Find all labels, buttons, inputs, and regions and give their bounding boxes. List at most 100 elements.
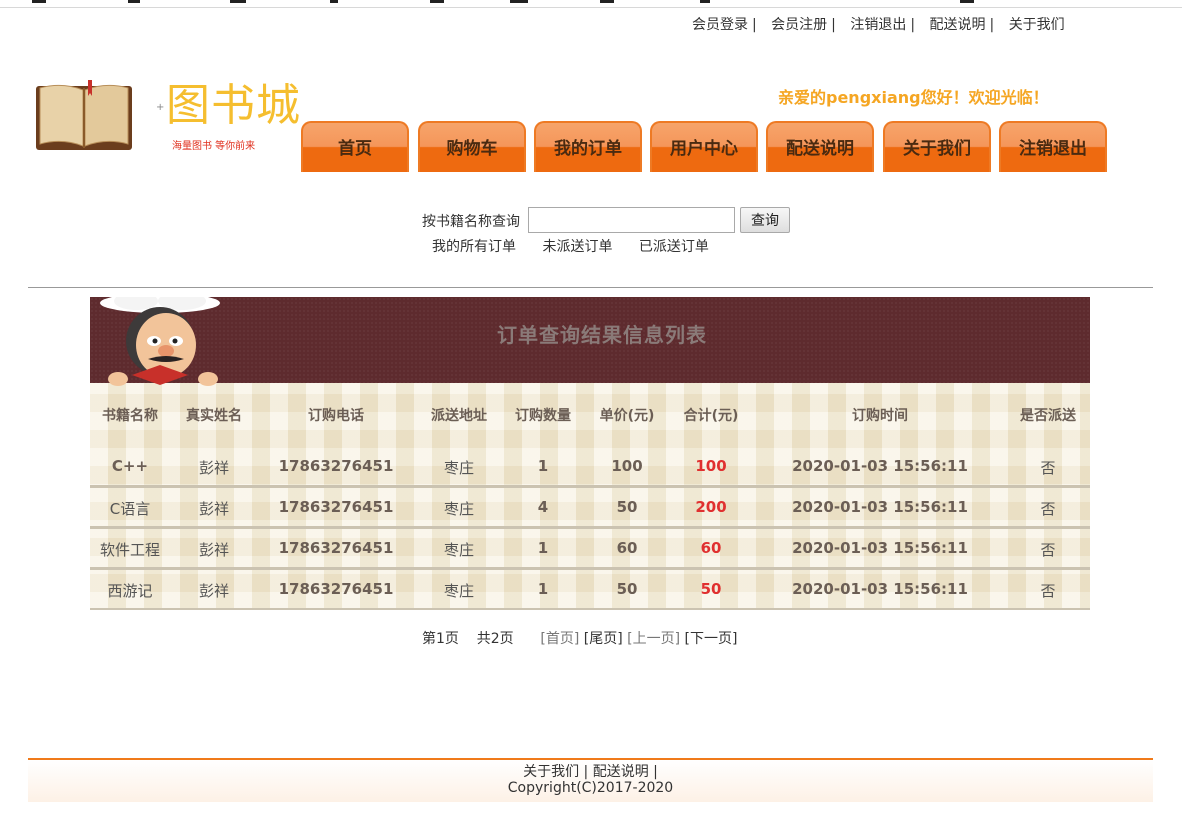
logo-dot: + [156,102,165,113]
col-header-phone: 订购电话 [308,408,364,424]
cell-total: 100 [695,457,727,475]
cell-quantity: 1 [537,539,549,557]
filter-all-orders[interactable]: 我的所有订单 [432,239,516,255]
cell-time: 2020-01-03 15:56:11 [792,498,968,516]
table-row: C++ 彭祥 17863276451 枣庄 1 100 100 2020-01-… [90,447,1090,488]
top-clipped-strip [0,0,1182,8]
cell-time: 2020-01-03 15:56:11 [792,457,968,475]
cell-address: 枣庄 [443,500,474,518]
cell-phone: 17863276451 [278,539,394,557]
cell-book: 西游记 [107,582,153,600]
nav-tab-logout[interactable]: 注销退出 [999,121,1107,172]
cell-time: 2020-01-03 15:56:11 [792,580,968,598]
cell-address: 枣庄 [443,459,474,477]
cell-book: C语言 [109,500,151,518]
cell-delivered: 否 [1040,541,1056,559]
order-filters: 我的所有订单 未派送订单 已派送订单 [432,236,731,256]
cell-book: 软件工程 [99,541,160,559]
nav-tab-cart[interactable]: 购物车 [418,121,526,172]
nav-tab-my-orders[interactable]: 我的订单 [534,121,642,172]
pager-last-link[interactable]: [尾页] [584,631,623,647]
cell-name: 彭祥 [198,459,229,477]
nav-tab-label: 购物车 [446,139,498,159]
cell-total: 50 [700,580,722,598]
cell-phone: 17863276451 [278,498,394,516]
cell-quantity: 1 [537,457,549,475]
cell-book: C++ [111,457,149,475]
nav-tab-label: 我的订单 [554,139,622,159]
filter-delivered-orders[interactable]: 已派送订单 [639,239,709,255]
cell-unit-price: 100 [611,457,643,475]
top-link-sep: | [752,17,757,33]
divider [28,287,1153,288]
book-name-search-input[interactable] [528,207,735,233]
top-link-sep: | [910,17,916,33]
cell-address: 枣庄 [443,582,474,600]
search-label: 按书籍名称查询 [422,214,520,230]
site-tagline: 海量图书 等你前来 [172,141,256,152]
filter-undelivered-orders[interactable]: 未派送订单 [542,239,612,255]
site-title: 图书城 [166,80,301,131]
nav-tab-label: 首页 [338,139,372,159]
footer: 关于我们 | 配送说明 | Copyright(C)2017-2020 [28,758,1153,802]
copyright: Copyright(C)2017-2020 [507,780,674,796]
nav-tab-about[interactable]: 关于我们 [883,121,991,172]
table-row: 西游记 彭祥 17863276451 枣庄 1 50 50 2020-01-03… [90,570,1090,610]
row-separator [90,608,1090,610]
cell-name: 彭祥 [198,582,229,600]
cell-delivered: 否 [1040,500,1056,518]
cell-address: 枣庄 [443,541,474,559]
cell-delivered: 否 [1040,582,1056,600]
cell-quantity: 1 [537,580,549,598]
top-link-delivery[interactable]: 配送说明 [930,17,986,33]
nav-tab-home[interactable]: 首页 [301,121,409,172]
cell-unit-price: 50 [616,580,638,598]
cell-phone: 17863276451 [278,580,394,598]
nav-tab-label: 关于我们 [903,139,971,159]
top-links-bar: 会员登录 | 会员注册 | 注销退出 | 配送说明 | 关于我们 [692,14,1132,34]
panel-header: 订单查询结果信息列表 [90,297,1090,383]
cell-phone: 17863276451 [278,457,394,475]
top-link-login[interactable]: 会员登录 [692,17,748,33]
open-book-logo-icon[interactable] [34,80,134,152]
cell-quantity: 4 [537,498,549,516]
cell-total: 60 [700,539,722,557]
pager-total-pages: 共2页 [476,631,514,647]
cell-name: 彭祥 [198,541,229,559]
top-link-sep: | [831,17,836,33]
nav-tab-label: 用户中心 [670,139,738,159]
col-header-quantity: 订购数量 [515,408,571,424]
col-header-address: 派送地址 [431,408,487,424]
cell-unit-price: 60 [616,539,638,557]
pager-current-page: 第1页 [422,631,459,647]
nav-tab-delivery[interactable]: 配送说明 [766,121,874,172]
top-link-about[interactable]: 关于我们 [1009,17,1065,33]
table-row: 软件工程 彭祥 17863276451 枣庄 1 60 60 2020-01-0… [90,529,1090,570]
cell-total: 200 [695,498,727,516]
pager-first-link[interactable]: [首页] [540,631,579,647]
nav-tab-label: 配送说明 [786,139,854,159]
order-results-panel: 订单查询结果信息列表 书籍名称 真实姓名 订购电话 派送地址 订购数量 单价(元… [90,297,1090,610]
cell-unit-price: 50 [616,498,638,516]
col-header-delivered: 是否派送 [1020,408,1076,424]
top-link-logout[interactable]: 注销退出 [850,17,906,33]
col-header-book: 书籍名称 [102,408,158,424]
col-header-unit-price: 单价(元) [599,408,655,424]
cell-delivered: 否 [1040,459,1056,477]
nav-tab-label: 注销退出 [1019,139,1087,159]
welcome-message: 亲爱的pengxiang您好！欢迎光临！ [778,88,1049,107]
pager-next-link[interactable]: [下一页] [685,631,738,647]
col-header-name: 真实姓名 [186,408,242,424]
nav-tab-user-center[interactable]: 用户中心 [650,121,758,172]
cell-name: 彭祥 [198,500,229,518]
panel-title: 订单查询结果信息列表 [497,323,707,347]
col-header-time: 订购时间 [852,408,908,424]
top-link-register[interactable]: 会员注册 [771,17,827,33]
footer-links[interactable]: 关于我们 | 配送说明 | [28,761,1153,781]
pagination: 第1页 共2页 [首页] [尾页] [上一页] [下一页] [422,628,737,648]
table-row: C语言 彭祥 17863276451 枣庄 4 50 200 2020-01-0… [90,488,1090,529]
col-header-total: 合计(元) [683,408,739,424]
cell-time: 2020-01-03 15:56:11 [792,539,968,557]
pager-prev-link[interactable]: [上一页] [627,631,680,647]
search-button[interactable]: 查询 [740,207,790,233]
